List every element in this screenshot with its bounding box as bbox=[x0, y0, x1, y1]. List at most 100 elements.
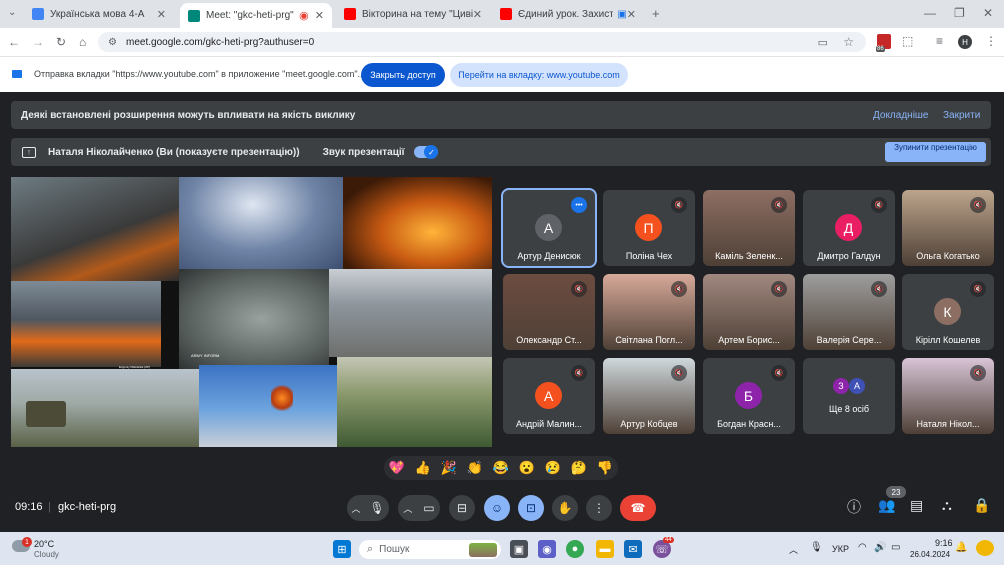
details-link[interactable]: Докладніше bbox=[873, 110, 929, 121]
close-icon[interactable]: ✕ bbox=[157, 8, 166, 21]
participant-tile[interactable]: 🔇 Наталя Нікол... bbox=[902, 358, 994, 434]
mic-off-icon: 🔇 bbox=[871, 281, 887, 297]
stop-sharing-button[interactable]: Закрыть доступ bbox=[361, 63, 445, 87]
leave-call-button[interactable]: ☎ bbox=[620, 495, 656, 521]
participant-tile[interactable]: А 🔇 Андрій Малин... bbox=[503, 358, 595, 434]
tab-ukrainian[interactable]: Українська мова 4-А ✕ bbox=[24, 4, 174, 24]
participant-name: Артур Кобцев bbox=[620, 419, 678, 429]
battery-icon[interactable]: ▭ bbox=[891, 542, 900, 553]
menu-icon[interactable]: ⋮ bbox=[985, 34, 997, 48]
participant-tile[interactable]: П 🔇 Поліна Чех bbox=[603, 190, 695, 266]
chevron-up-icon[interactable]: ︿ bbox=[351, 502, 360, 515]
tab-lesson[interactable]: Єдиний урок. Захисти своє ▣ ✕ bbox=[492, 4, 644, 24]
minimize-icon[interactable]: — bbox=[924, 6, 936, 20]
participant-tile[interactable]: 🔇 Олександр Ст... bbox=[503, 274, 595, 350]
windows-taskbar bbox=[0, 532, 1004, 565]
participant-tile[interactable]: 🔇 Артем Борис... bbox=[703, 274, 795, 350]
reaction-clapping[interactable]: 👏 bbox=[467, 460, 483, 476]
teams-icon[interactable]: ◉ bbox=[538, 540, 556, 558]
more-options-icon[interactable]: ••• bbox=[571, 197, 587, 213]
meeting-info-icon[interactable]: ⓘ bbox=[847, 497, 861, 517]
reaction-sad[interactable]: 😢 bbox=[545, 460, 561, 476]
task-view-icon[interactable]: ▣ bbox=[510, 540, 528, 558]
wifi-icon[interactable]: ◠ bbox=[858, 542, 867, 553]
chrome-icon[interactable]: ● bbox=[566, 540, 584, 558]
camera-icon[interactable]: ▭ bbox=[423, 501, 434, 515]
photo-explosion bbox=[271, 385, 293, 411]
profile-avatar[interactable]: Н bbox=[958, 35, 972, 49]
stop-presenting-button[interactable]: Зупинити презентацію bbox=[885, 142, 986, 162]
raise-hand-button[interactable]: ✋ bbox=[552, 495, 578, 521]
forward-icon[interactable]: → bbox=[32, 35, 44, 49]
avatar: Д bbox=[835, 214, 862, 241]
reaction-party-popper[interactable]: 🎉 bbox=[441, 460, 457, 476]
switch-tab-button[interactable]: Перейти на вкладку: www.youtube.com bbox=[450, 63, 628, 87]
close-icon[interactable]: ✕ bbox=[627, 8, 636, 21]
weather-alert-badge: 1 bbox=[22, 537, 32, 547]
new-tab-icon[interactable]: + bbox=[652, 6, 660, 21]
taskbar-search[interactable]: ⌕ Пошук bbox=[359, 540, 501, 559]
participant-tile[interactable]: К 🔇 Кірілл Кошелев bbox=[902, 274, 994, 350]
camera-icon[interactable]: ▭ bbox=[818, 36, 828, 49]
participant-tile[interactable]: 🔇 Ольга Когатько bbox=[902, 190, 994, 266]
activities-icon[interactable]: ⛬ bbox=[942, 497, 952, 514]
participant-tile[interactable]: З А Ще 8 осіб bbox=[803, 358, 895, 434]
home-icon[interactable]: ⌂ bbox=[79, 35, 86, 49]
reaction-thinking[interactable]: 🤔 bbox=[571, 460, 587, 476]
volume-icon[interactable]: 🔊 bbox=[874, 542, 886, 553]
reactions-button[interactable]: ☺ bbox=[484, 495, 510, 521]
participant-tile[interactable]: 🔇 Артур Кобцев bbox=[603, 358, 695, 434]
restore-icon[interactable]: ❐ bbox=[954, 6, 965, 20]
clock-date[interactable]: 26.04.2024 bbox=[910, 550, 950, 559]
close-window-icon[interactable]: ✕ bbox=[983, 6, 993, 20]
tab-search-icon[interactable]: ⌄ bbox=[8, 7, 16, 18]
participant-tile[interactable]: Д 🔇 Дмитро Галдун bbox=[803, 190, 895, 266]
tray-mic-icon[interactable]: 🎙 bbox=[810, 542, 823, 553]
captions-button[interactable]: ⊟ bbox=[449, 495, 475, 521]
more-options-button[interactable]: ⋮ bbox=[586, 495, 612, 521]
participant-tile[interactable]: 🔇 Каміль Зеленк... bbox=[703, 190, 795, 266]
reaction-sparkling-heart[interactable]: 💖 bbox=[389, 460, 405, 476]
tab-quiz[interactable]: Вікторина на тему "Цивільний ✕ bbox=[336, 4, 490, 24]
reaction-joy[interactable]: 😂 bbox=[493, 460, 509, 476]
site-info-icon[interactable]: ⚙ bbox=[108, 37, 117, 48]
back-icon[interactable]: ← bbox=[8, 35, 20, 49]
address-bar[interactable]: ⚙ meet.google.com/gkc-heti-prg?authuser=… bbox=[98, 32, 866, 52]
chat-icon[interactable]: ▤ bbox=[910, 497, 923, 514]
present-screen-icon: ⊡ bbox=[525, 501, 537, 515]
warning-text: Деякі встановлені розширення можуть впли… bbox=[21, 109, 356, 121]
close-icon[interactable]: ✕ bbox=[315, 9, 324, 22]
copilot-icon[interactable] bbox=[976, 540, 994, 556]
reaction-thumbs-down[interactable]: 👎 bbox=[597, 460, 613, 476]
clock-time[interactable]: 9:16 bbox=[935, 538, 953, 548]
file-explorer-icon[interactable]: ▬ bbox=[596, 540, 614, 558]
avatar: Б bbox=[735, 382, 762, 409]
participant-tile[interactable]: 🔇 Валерія Сере... bbox=[803, 274, 895, 350]
language-indicator[interactable]: УКР bbox=[832, 544, 849, 554]
sharing-icon: ▣ bbox=[617, 8, 627, 20]
microphone-icon[interactable]: 🎙 bbox=[369, 501, 384, 515]
chevron-up-icon[interactable]: ︿ bbox=[403, 502, 412, 515]
present-now-button[interactable]: ⊡ bbox=[518, 495, 544, 521]
reload-icon[interactable]: ↻ bbox=[56, 35, 66, 49]
tab-sharing-notice: Отправка вкладки "https://www.youtube.co… bbox=[0, 56, 1004, 92]
participant-tile[interactable]: Б 🔇 Богдан Красн... bbox=[703, 358, 795, 434]
close-icon[interactable]: ✕ bbox=[473, 8, 482, 21]
participant-tile[interactable]: А ••• Артур Денисюк bbox=[501, 188, 597, 268]
reaction-thumbs-up[interactable]: 👍 bbox=[415, 460, 431, 476]
host-controls-icon[interactable]: 🔒 bbox=[973, 497, 990, 514]
tray-chevron-icon[interactable]: ︿ bbox=[789, 543, 798, 556]
bookmark-star-icon[interactable]: ☆ bbox=[843, 35, 854, 49]
notification-bell-icon[interactable]: 🔔 bbox=[955, 542, 967, 553]
presentation-sound-toggle[interactable]: ✓ bbox=[414, 145, 439, 159]
extensions-icon[interactable]: ⬚ bbox=[902, 34, 913, 48]
people-icon[interactable]: 👥 bbox=[878, 497, 895, 514]
tab-meet[interactable]: Meet: "gkc-heti-prg" ◉ ✕ bbox=[180, 3, 332, 28]
avatar: З bbox=[833, 378, 849, 394]
start-icon[interactable]: ⊞ bbox=[333, 540, 351, 558]
media-controls-icon[interactable]: ≡ bbox=[936, 34, 943, 48]
mail-icon[interactable]: ✉ bbox=[624, 540, 642, 558]
reaction-surprised[interactable]: 😮 bbox=[519, 460, 535, 476]
participant-tile[interactable]: 🔇 Світлана Погл... bbox=[603, 274, 695, 350]
close-warning-link[interactable]: Закрити bbox=[943, 110, 980, 121]
